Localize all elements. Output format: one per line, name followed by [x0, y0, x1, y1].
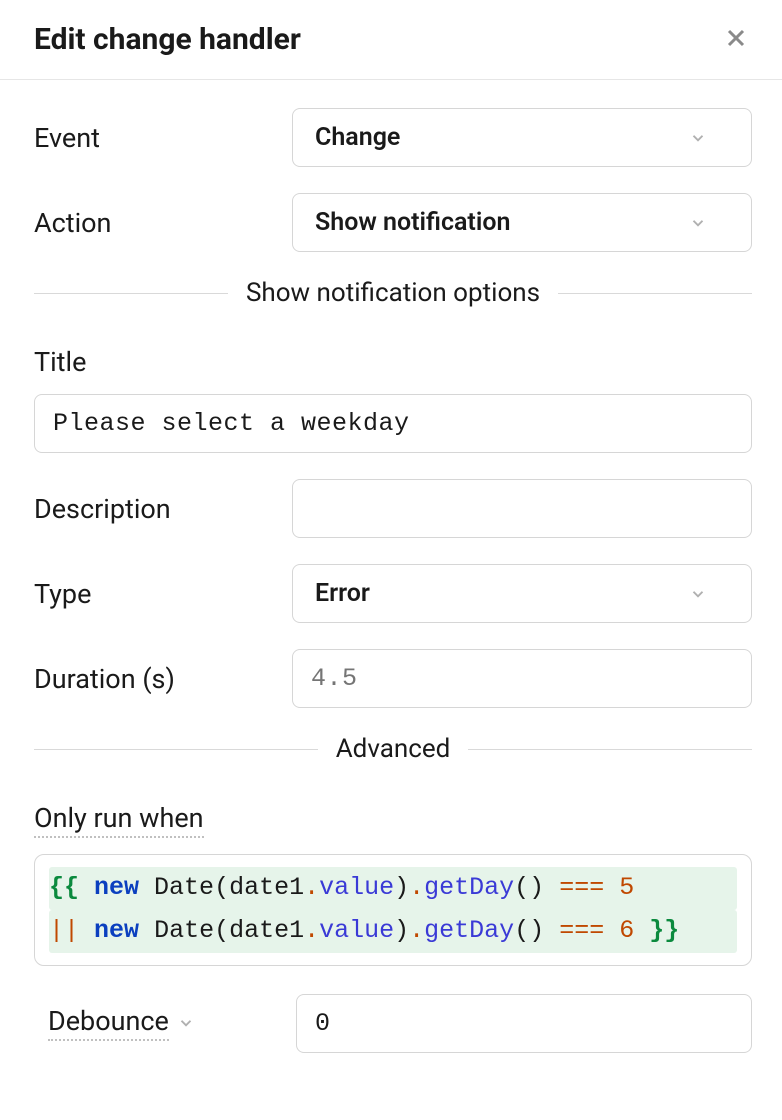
- event-select-value: Change: [315, 123, 400, 152]
- chevron-down-icon: [689, 585, 707, 603]
- close-button[interactable]: [720, 22, 752, 57]
- edit-change-handler-panel: Edit change handler Event Change: [0, 0, 782, 1063]
- duration-input[interactable]: [292, 649, 752, 708]
- advanced-divider: Advanced: [34, 734, 752, 764]
- debounce-label: Debounce: [48, 1005, 169, 1041]
- only-run-when-group: Only run when {{ new Date(date1.value).g…: [34, 802, 752, 966]
- action-label: Action: [34, 207, 292, 239]
- panel-title: Edit change handler: [34, 22, 301, 57]
- panel-header: Edit change handler: [0, 0, 782, 80]
- type-label: Type: [34, 578, 292, 610]
- close-icon: [724, 26, 748, 53]
- action-row: Action Show notification: [34, 193, 752, 252]
- only-run-when-code-input[interactable]: {{ new Date(date1.value).getDay() === 5 …: [34, 854, 752, 966]
- type-row: Type Error: [34, 564, 752, 623]
- title-label: Title: [34, 346, 752, 378]
- debounce-select[interactable]: Debounce: [48, 1005, 278, 1041]
- chevron-down-icon: [689, 129, 707, 147]
- duration-row: Duration (s): [34, 649, 752, 708]
- type-select-value: Error: [315, 579, 370, 608]
- action-select[interactable]: Show notification: [292, 193, 752, 252]
- event-label: Event: [34, 122, 292, 154]
- description-label: Description: [34, 493, 292, 525]
- chevron-down-icon: [177, 1014, 195, 1032]
- only-run-when-label: Only run when: [34, 802, 752, 838]
- description-row: Description: [34, 479, 752, 538]
- debounce-input[interactable]: [296, 994, 752, 1053]
- description-input[interactable]: [292, 479, 752, 538]
- event-row: Event Change: [34, 108, 752, 167]
- debounce-row: Debounce: [34, 994, 752, 1053]
- code-line: {{ new Date(date1.value).getDay() === 5: [49, 867, 737, 910]
- chevron-down-icon: [689, 214, 707, 232]
- options-divider: Show notification options: [34, 278, 752, 308]
- title-input[interactable]: [34, 394, 752, 453]
- duration-label: Duration (s): [34, 663, 292, 695]
- type-select[interactable]: Error: [292, 564, 752, 623]
- action-select-value: Show notification: [315, 208, 510, 237]
- code-line: || new Date(date1.value).getDay() === 6 …: [49, 910, 737, 953]
- options-divider-label: Show notification options: [228, 278, 558, 308]
- event-select[interactable]: Change: [292, 108, 752, 167]
- advanced-divider-label: Advanced: [318, 734, 469, 764]
- title-field-group: Title: [34, 346, 752, 453]
